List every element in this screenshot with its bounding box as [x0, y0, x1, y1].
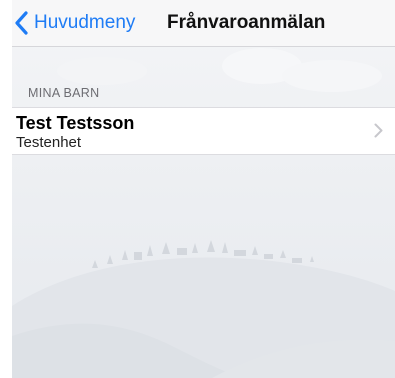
page-title: Frånvaroanmälan: [167, 12, 326, 33]
chevron-right-icon: [374, 123, 383, 143]
back-button-label: Huvudmeny: [34, 12, 136, 33]
child-unit: Testenhet: [16, 134, 82, 151]
child-name: Test Testsson: [16, 113, 135, 133]
section-header: MINA BARN: [28, 86, 100, 100]
app-screen: Huvudmeny Frånvaroanmälan MINA BARN Test…: [12, 0, 395, 378]
list-item[interactable]: Test Testsson Testenhet: [12, 107, 395, 155]
chevron-left-icon: [14, 11, 28, 35]
navigation-bar: Huvudmeny Frånvaroanmälan: [12, 0, 395, 47]
back-button[interactable]: Huvudmeny: [14, 9, 135, 37]
